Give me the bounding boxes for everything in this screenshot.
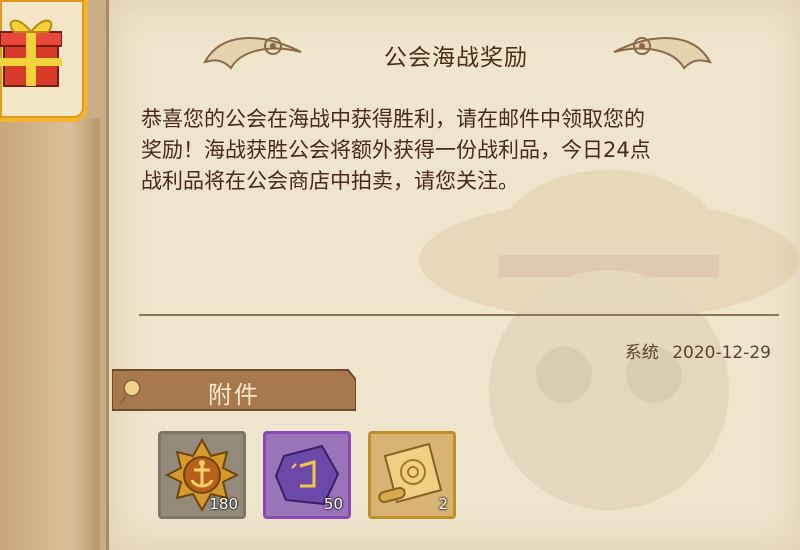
mail-body: 恭喜您的公会在海战中获得胜利，请在邮件中领取您的 奖励！海战获胜公会将额外获得一… — [141, 104, 781, 197]
mail-title-bar: 公会海战奖励 — [109, 22, 800, 82]
gift-box-icon — [0, 19, 62, 87]
attachment-item-rune-stone[interactable]: 50 — [263, 431, 351, 519]
attachment-item-anchor-medal[interactable]: 180 — [158, 431, 246, 519]
item-count: 50 — [323, 495, 343, 513]
mail-sender: 系统 — [624, 343, 659, 363]
mail-body-line: 恭喜您的公会在海战中获得胜利，请在邮件中领取您的 — [141, 107, 645, 131]
item-count: 180 — [209, 495, 238, 513]
scroll-ornament-right-icon — [613, 37, 712, 70]
left-sidebar-background — [0, 118, 100, 550]
gift-tab[interactable] — [0, 0, 88, 122]
item-count: 2 — [438, 495, 448, 513]
mail-date: 2020-12-29 — [672, 343, 771, 363]
attachments-header: 附件 — [112, 366, 356, 414]
attachment-item-treasure-map[interactable]: 2 — [368, 431, 456, 519]
mail-body-line: 战利品将在公会商店中拍卖，请您关注。 — [141, 169, 519, 193]
mail-body-line: 奖励！海战获胜公会将额外获得一份战利品，今日24点 — [141, 138, 651, 162]
body-divider — [139, 314, 779, 316]
mail-meta: 系统 2020-12-29 — [109, 338, 771, 363]
attachments-label: 附件 — [208, 381, 260, 409]
